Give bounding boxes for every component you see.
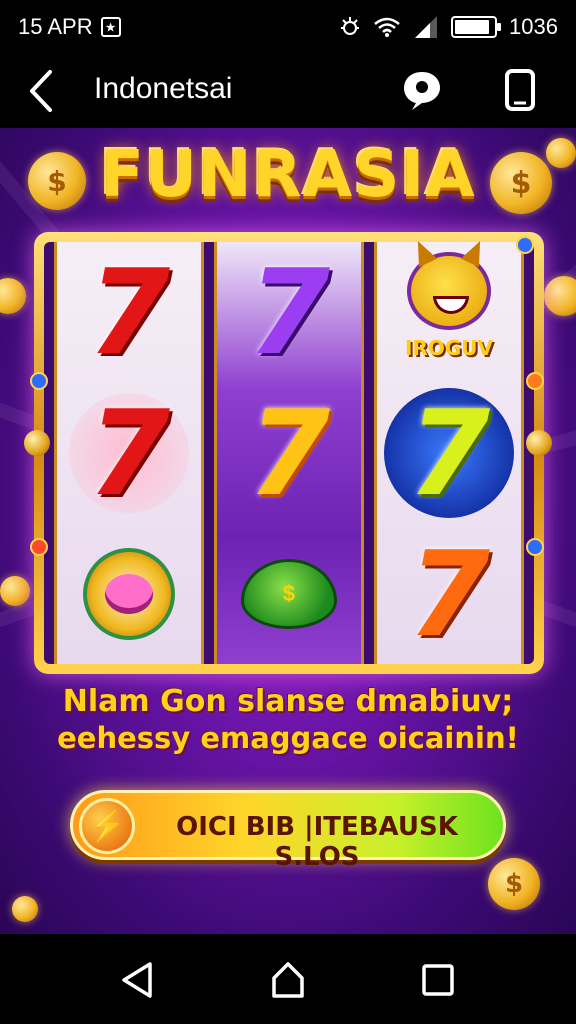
reel-middle: 7 7 $ <box>214 242 364 664</box>
game-logo: FUNRASIA <box>100 138 476 212</box>
reel-left: 7 7 <box>54 242 204 664</box>
promo-line-2: eehessy emaggace oicainin! <box>57 721 519 755</box>
reel-cell: IROGUV <box>377 242 521 383</box>
status-right: 1036 <box>339 14 558 40</box>
reel-right: IROGUV 7 7 <box>374 242 524 664</box>
status-bar: 15 APR ★ 1036 <box>0 0 576 54</box>
battery-icon <box>451 16 502 38</box>
reel-cell: 7 <box>217 242 361 383</box>
frame-gem <box>516 236 534 254</box>
seven-symbol: 7 <box>87 243 171 382</box>
signal-icon <box>415 16 438 38</box>
phone-icon[interactable] <box>498 68 542 112</box>
nav-home-icon[interactable] <box>266 958 310 1002</box>
seven-symbol: 7 <box>87 384 171 522</box>
reel-cell: 7 <box>217 383 361 524</box>
frame-knob <box>526 430 552 456</box>
reel-cell: 7 <box>377 383 521 524</box>
seven-symbol: 7 <box>247 243 331 382</box>
nav-recent-square-icon[interactable] <box>416 958 460 1002</box>
frame-gem <box>526 372 544 390</box>
promo-text: Nlam Gon slanse dmabiuv; eehessy emaggac… <box>0 684 576 756</box>
status-left: 15 APR ★ <box>18 14 121 40</box>
mascot-symbol: IROGUV <box>394 252 504 372</box>
frame-gem <box>526 538 544 556</box>
seven-symbol: 7 <box>407 384 491 522</box>
frame-knob <box>24 430 50 456</box>
nav-back-triangle-icon[interactable] <box>116 958 160 1002</box>
coin-icon <box>544 276 576 316</box>
app-bar: Indonetsai <box>0 54 576 128</box>
mascot-mouth <box>433 296 469 315</box>
mascot-label: IROGUV <box>405 336 493 361</box>
promo-line-1: Nlam Gon slanse dmabiuv; <box>62 684 514 719</box>
reels: 7 7 7 7 $ IROGUV 7 7 <box>44 242 534 664</box>
reel-cell: $ <box>217 523 361 664</box>
mascot-face-icon <box>407 252 491 331</box>
status-date: 15 APR <box>18 14 93 39</box>
lightning-icon: ⚡ <box>79 798 135 854</box>
system-nav-bar <box>0 934 576 1024</box>
seven-symbol: 7 <box>407 524 491 663</box>
wifi-icon <box>374 17 400 37</box>
frame-gem <box>30 538 48 556</box>
chat-bubble-icon[interactable] <box>400 68 444 112</box>
reel-cell: 7 <box>57 242 201 383</box>
frame-gem <box>30 372 48 390</box>
play-slots-button[interactable]: ⚡ OICI BIB |ITEBAUSK S.LOS <box>70 790 506 872</box>
slot-machine-frame: 7 7 7 7 $ IROGUV 7 7 <box>34 232 544 674</box>
coin-icon <box>0 278 26 314</box>
play-slots-label: OICI BIB |ITEBAUSK S.LOS <box>176 812 458 872</box>
coin-icon <box>12 896 38 922</box>
emblem-icon <box>83 547 175 640</box>
game-screen: $ $ $ FUNRASIA 7 7 7 7 $ IROGUV 7 7 Nlam… <box>0 128 576 934</box>
reel-cell: 7 <box>57 383 201 524</box>
leaf-icon: $ <box>241 558 337 629</box>
coin-icon: $ <box>488 858 540 910</box>
emblem-center <box>105 573 153 614</box>
status-time: 1036 <box>509 14 558 39</box>
reel-cell: 7 <box>377 523 521 664</box>
battery-fill <box>455 20 490 34</box>
seven-symbol: 7 <box>247 384 331 522</box>
back-arrow-icon[interactable] <box>22 66 62 116</box>
bug-icon <box>341 17 360 35</box>
notification-icon: ★ <box>100 17 121 37</box>
reel-cell <box>57 523 201 664</box>
coin-icon <box>0 576 30 606</box>
app-title: Indonetsai <box>94 72 233 105</box>
